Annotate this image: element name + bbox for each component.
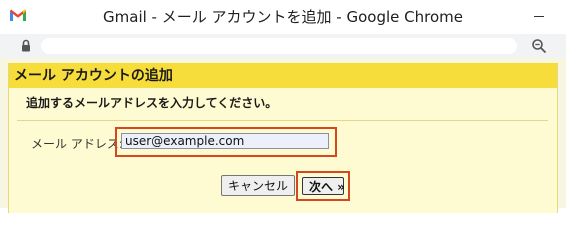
window-titlebar: Gmail - メール アカウントを追加 - Google Chrome [0, 0, 566, 34]
zoom-icon[interactable] [531, 38, 547, 54]
lock-icon[interactable] [21, 39, 31, 52]
address-bar [0, 34, 566, 58]
dialog-header: メール アカウントの追加 [9, 63, 557, 88]
page-content: メール アカウントの追加 追加するメールアドレスを入力してください。 メール ア… [0, 58, 566, 213]
instruction-text: 追加するメールアドレスを入力してください。 [26, 96, 278, 110]
divider [17, 120, 548, 121]
next-button-highlight: 次へ » [296, 171, 350, 201]
email-field-highlight [115, 127, 337, 157]
email-field[interactable] [121, 133, 329, 149]
minimize-button[interactable] [513, 0, 559, 32]
window-title: Gmail - メール アカウントを追加 - Google Chrome [103, 8, 463, 26]
dialog-title: メール アカウントの追加 [14, 68, 173, 84]
url-field[interactable] [41, 38, 517, 54]
cancel-button[interactable]: キャンセル [221, 175, 295, 196]
add-account-dialog: メール アカウントの追加 追加するメールアドレスを入力してください。 メール ア… [8, 63, 558, 213]
next-button[interactable]: 次へ » [302, 177, 345, 195]
email-label: メール アドレス: [31, 137, 123, 151]
